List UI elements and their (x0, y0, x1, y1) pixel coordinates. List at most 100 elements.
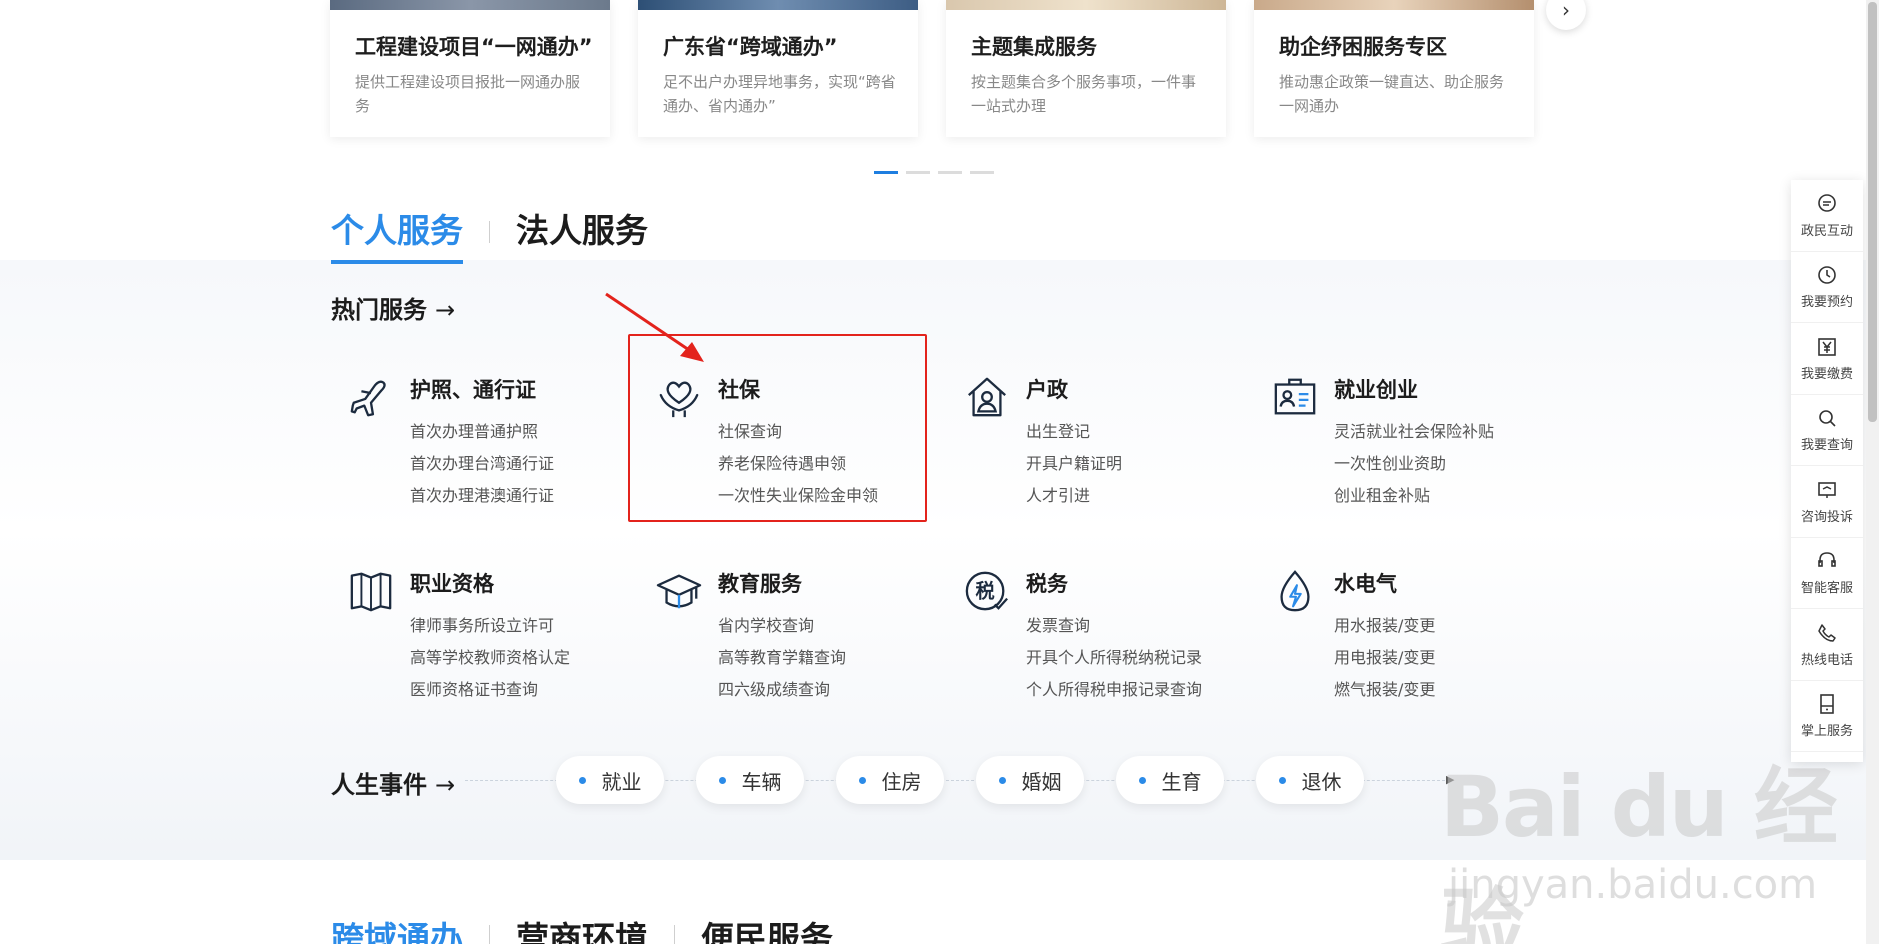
float-item-mobile[interactable]: 掌上服务 (1791, 681, 1863, 752)
carousel-dot[interactable] (938, 171, 962, 174)
service-link[interactable]: 四六级成绩查询 (718, 674, 846, 706)
tab-convenience[interactable]: 便民服务 (701, 912, 833, 944)
feature-card[interactable]: 广东省“跨域通办” 足不出户办理异地事务，实现“跨省通办、省内通办” (638, 0, 918, 137)
service-link[interactable]: 省内学校查询 (718, 610, 846, 642)
arrow-right-icon: → (435, 771, 456, 799)
tax-icon: 税 (965, 571, 1008, 611)
float-item-query[interactable]: 我要查询 (1791, 395, 1863, 466)
tab-divider (489, 925, 490, 944)
float-item-interaction[interactable]: 政民互动 (1791, 180, 1863, 252)
service-link[interactable]: 一次性创业资助 (1334, 448, 1494, 480)
float-item-hotline[interactable]: 热线电话 (1791, 609, 1863, 681)
life-event-label: 住房 (881, 769, 922, 794)
service-household: 户政 出生登记 开具户籍证明 人才引进 (946, 366, 1236, 526)
service-link[interactable]: 医师资格证书查询 (410, 674, 570, 706)
service-link[interactable]: 出生登记 (1026, 416, 1122, 448)
feature-card[interactable]: 助企纾困服务专区 推动惠企政策一键直达、助企服务一网通办 (1254, 0, 1534, 137)
service-link[interactable]: 律师事务所设立许可 (410, 610, 570, 642)
service-title: 教育服务 (718, 572, 802, 596)
hot-services-link[interactable]: 热门服务 → (331, 290, 455, 325)
life-event-pill[interactable]: 就业 (556, 756, 664, 804)
feature-cards: 工程建设项目“一网通办” 提供工程建设项目报批一网通办服务 广东省“跨域通办” … (330, 0, 1534, 138)
book-icon (350, 572, 392, 612)
service-title: 水电气 (1334, 572, 1397, 596)
yen-icon (1818, 337, 1836, 356)
carousel-next-button[interactable]: › (1546, 0, 1586, 30)
service-link[interactable]: 首次办理普通护照 (410, 416, 554, 448)
float-item-service[interactable]: 智能客服 (1791, 538, 1863, 609)
chevron-right-icon: › (1562, 0, 1570, 22)
service-education: 教育服务 省内学校查询 高等教育学籍查询 四六级成绩查询 (638, 560, 928, 720)
feature-card[interactable]: 工程建设项目“一网通办” 提供工程建设项目报批一网通办服务 (330, 0, 610, 137)
service-tax: 税 税务 发票查询 开具个人所得税纳税记录 个人所得税申报记录查询 (946, 560, 1236, 720)
card-image (330, 0, 610, 10)
float-item-payment[interactable]: 我要缴费 (1791, 323, 1863, 395)
life-event-pill[interactable]: 退休 (1256, 756, 1364, 804)
service-link[interactable]: 开具户籍证明 (1026, 448, 1122, 480)
service-link[interactable]: 用电报装/变更 (1334, 642, 1435, 674)
service-utilities: 水电气 用水报装/变更 用电报装/变更 燃气报装/变更 (1254, 560, 1544, 720)
chat-icon (1818, 193, 1836, 212)
search-icon (1819, 410, 1836, 427)
carousel-dot[interactable] (874, 171, 898, 174)
bullet-icon (1138, 776, 1146, 784)
tab-business-env[interactable]: 营商环境 (516, 912, 648, 944)
service-title: 护照、通行证 (410, 378, 536, 402)
page: 工程建设项目“一网通办” 提供工程建设项目报批一网通办服务 广东省“跨域通办” … (0, 0, 1879, 944)
tab-cross-region[interactable]: 跨域通办 (331, 912, 463, 944)
life-event-pill[interactable]: 车辆 (696, 756, 804, 804)
card-image (946, 0, 1226, 10)
service-link[interactable]: 灵活就业社会保险补贴 (1334, 416, 1494, 448)
arrow-right-icon: → (435, 296, 456, 324)
life-event-label: 就业 (601, 769, 642, 794)
bullet-icon (718, 776, 726, 784)
service-link[interactable]: 高等学校教师资格认定 (410, 642, 570, 674)
service-link[interactable]: 人才引进 (1026, 480, 1122, 512)
float-item-label: 我要预约 (1800, 295, 1853, 311)
card-title: 工程建设项目“一网通办” (355, 35, 593, 59)
annotation-arrow-icon (605, 292, 704, 362)
service-link[interactable]: 用水报装/变更 (1334, 610, 1435, 642)
float-item-complaint[interactable]: 咨询投诉 (1791, 466, 1863, 538)
hot-services-title: 热门服务 (331, 296, 427, 324)
carousel-dot[interactable] (906, 171, 930, 174)
service-link[interactable]: 燃气报装/变更 (1334, 674, 1435, 706)
float-item-appointment[interactable]: 我要预约 (1791, 252, 1863, 323)
life-event-label: 生育 (1161, 769, 1202, 794)
life-event-pill[interactable]: 婚姻 (976, 756, 1084, 804)
service-title: 户政 (1026, 378, 1068, 402)
life-event-label: 车辆 (741, 769, 782, 794)
service-link[interactable]: 高等教育学籍查询 (718, 642, 846, 674)
service-link[interactable]: 首次办理港澳通行证 (410, 480, 554, 512)
life-events-link[interactable]: 人生事件 → (331, 765, 455, 800)
service-employment: 就业创业 灵活就业社会保险补贴 一次性创业资助 创业租金补贴 (1254, 366, 1544, 526)
bottom-tabs: 跨域通办 营商环境 便民服务 (331, 912, 833, 944)
float-toolbar: 政民互动 我要预约 我要缴费 我要查询 咨询投诉 智能客服 热线电话 掌上服务 (1791, 180, 1863, 762)
airplane-icon (350, 380, 386, 417)
headset-icon (1818, 552, 1836, 568)
service-link[interactable]: 首次办理台湾通行证 (410, 448, 554, 480)
id-card-icon (1274, 378, 1316, 415)
service-link[interactable]: 发票查询 (1026, 610, 1202, 642)
vertical-scrollbar[interactable] (1866, 0, 1879, 944)
life-events-title: 人生事件 (331, 771, 427, 799)
tab-legal[interactable]: 法人服务 (516, 204, 648, 260)
service-link[interactable]: 开具个人所得税纳税记录 (1026, 642, 1202, 674)
life-event-pill[interactable]: 生育 (1116, 756, 1224, 804)
service-title: 就业创业 (1334, 378, 1418, 402)
service-qualification: 职业资格 律师事务所设立许可 高等学校教师资格认定 医师资格证书查询 (330, 560, 620, 720)
float-item-label: 智能客服 (1800, 581, 1853, 597)
service-link[interactable]: 个人所得税申报记录查询 (1026, 674, 1202, 706)
card-image (1254, 0, 1534, 10)
service-title: 税务 (1026, 572, 1068, 596)
carousel-dot[interactable] (970, 171, 994, 174)
scrollbar-thumb[interactable] (1868, 2, 1877, 422)
card-desc: 足不出户办理异地事务，实现“跨省通办、省内通办” (663, 73, 896, 115)
feature-card[interactable]: 主题集成服务 按主题集合多个服务事项，一件事一站式办理 (946, 0, 1226, 137)
service-link[interactable]: 创业租金补贴 (1334, 480, 1494, 512)
tab-personal[interactable]: 个人服务 (331, 204, 463, 264)
card-title: 助企纾困服务专区 (1279, 35, 1447, 59)
bullet-icon (998, 776, 1006, 784)
life-event-pill[interactable]: 住房 (836, 756, 944, 804)
graduation-cap-icon (656, 574, 702, 609)
